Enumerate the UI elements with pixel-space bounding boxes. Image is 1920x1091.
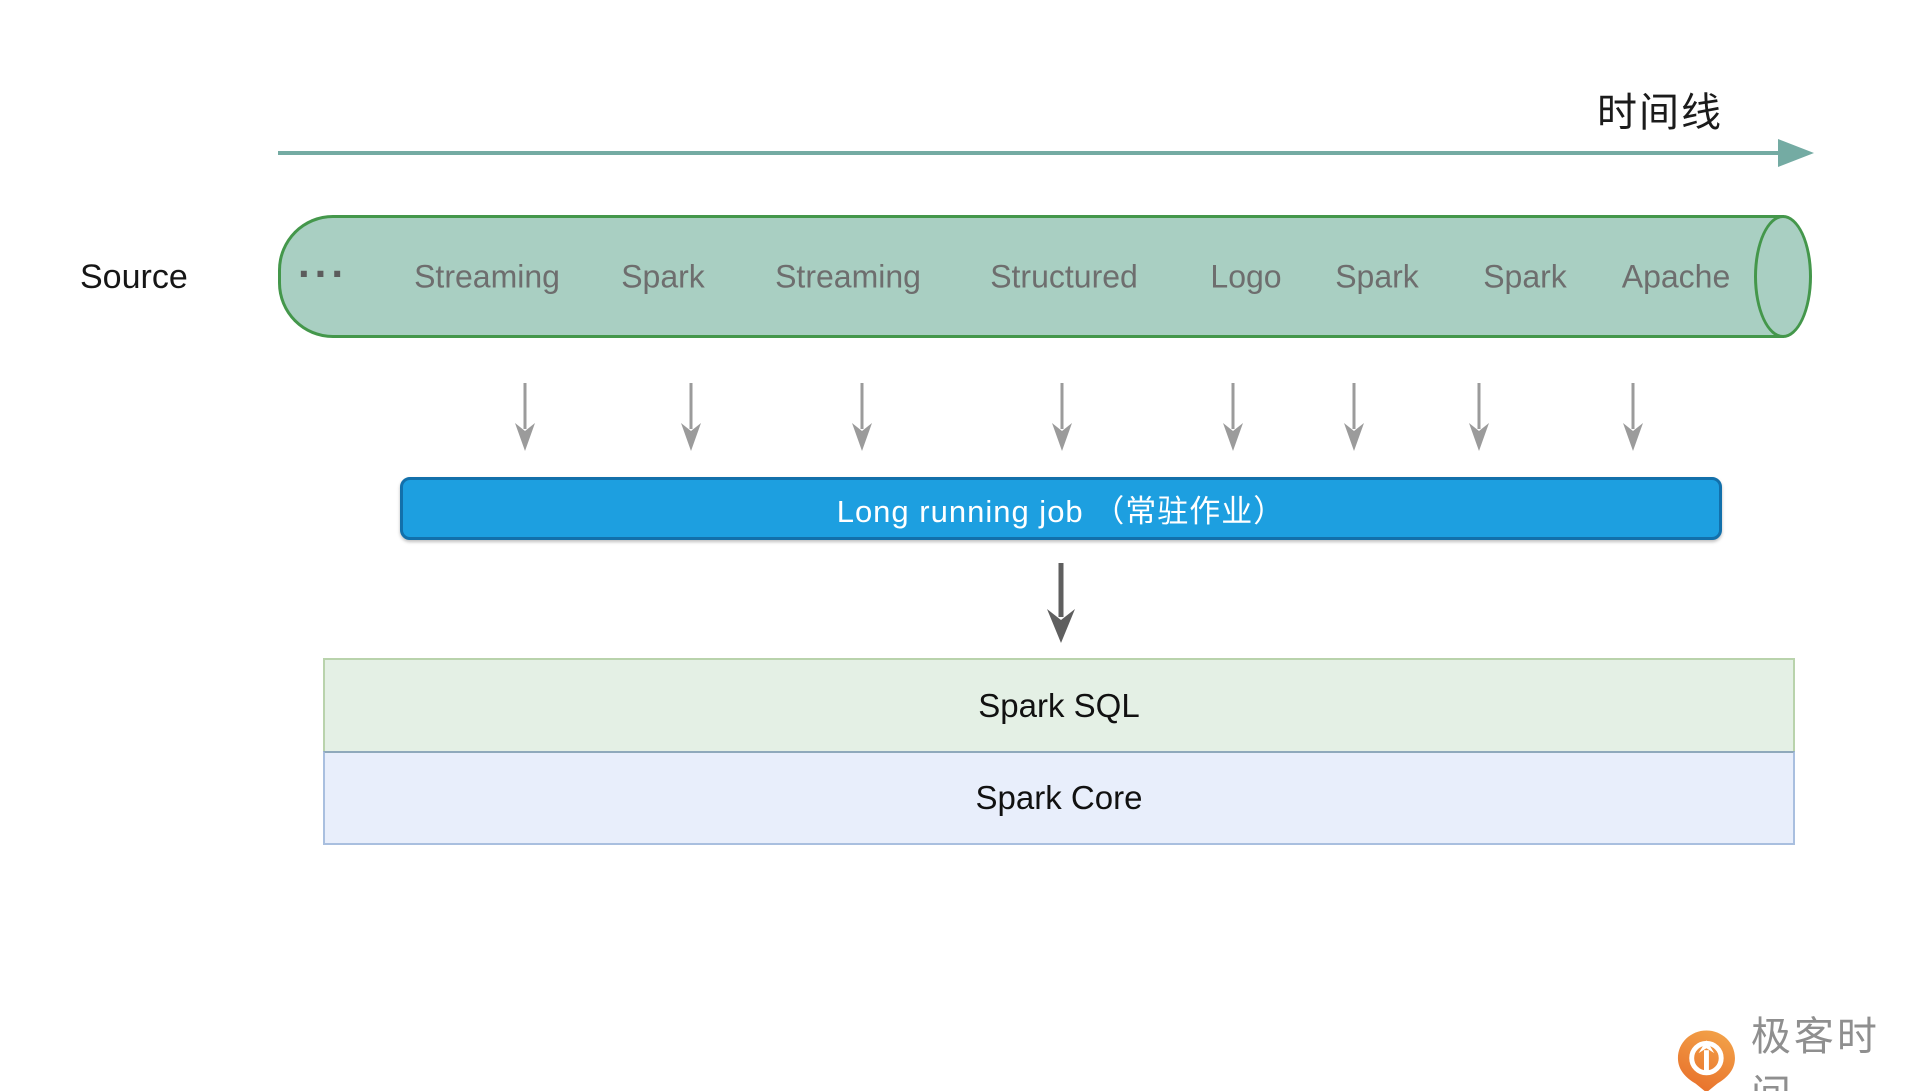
down-arrow-icon [1469, 383, 1489, 451]
down-arrow-icon [1223, 383, 1243, 451]
spark-sql-layer: Spark SQL [323, 658, 1795, 753]
down-arrow-icon [852, 383, 872, 451]
spark-core-layer: Spark Core [323, 751, 1795, 845]
down-arrow-icon [1052, 383, 1072, 451]
long-running-job-box: Long running job （常驻作业） [400, 477, 1722, 540]
spark-core-label: Spark Core [975, 779, 1143, 816]
down-arrow-icon [1623, 383, 1643, 451]
long-running-job-label: Long running job （常驻作业） [836, 494, 1286, 529]
source-label: Source [80, 258, 188, 296]
spark-sql-label: Spark SQL [978, 686, 1140, 724]
source-item: Spark [1483, 258, 1567, 294]
timeline-arrow-icon [278, 139, 1814, 167]
source-item: Streaming [414, 258, 560, 294]
source-items: ... Streaming Spark Streaming Structured… [278, 215, 1784, 338]
source-item-ellipsis: ... [297, 238, 349, 286]
source-item: Spark [1335, 258, 1419, 294]
geektime-logo-icon [1677, 1030, 1735, 1091]
source-item: Logo [1210, 258, 1282, 294]
source-item: Spark [621, 258, 705, 294]
down-arrow-icon [515, 383, 535, 451]
diagram-canvas: 时间线 Source ... Streaming Spark Streaming… [0, 0, 1920, 1091]
timeline-label: 时间线 [1597, 91, 1723, 135]
main-down-arrow-icon [1047, 563, 1075, 643]
source-item: Streaming [775, 258, 921, 294]
source-item: Structured [990, 258, 1138, 294]
source-item: Apache [1621, 258, 1731, 294]
down-arrow-icon [1344, 383, 1364, 451]
geektime-logo-text: 极客时间 [1750, 1015, 1880, 1091]
geektime-watermark: 极客时间 [1674, 1004, 1920, 1091]
down-arrow-icon [681, 383, 701, 451]
